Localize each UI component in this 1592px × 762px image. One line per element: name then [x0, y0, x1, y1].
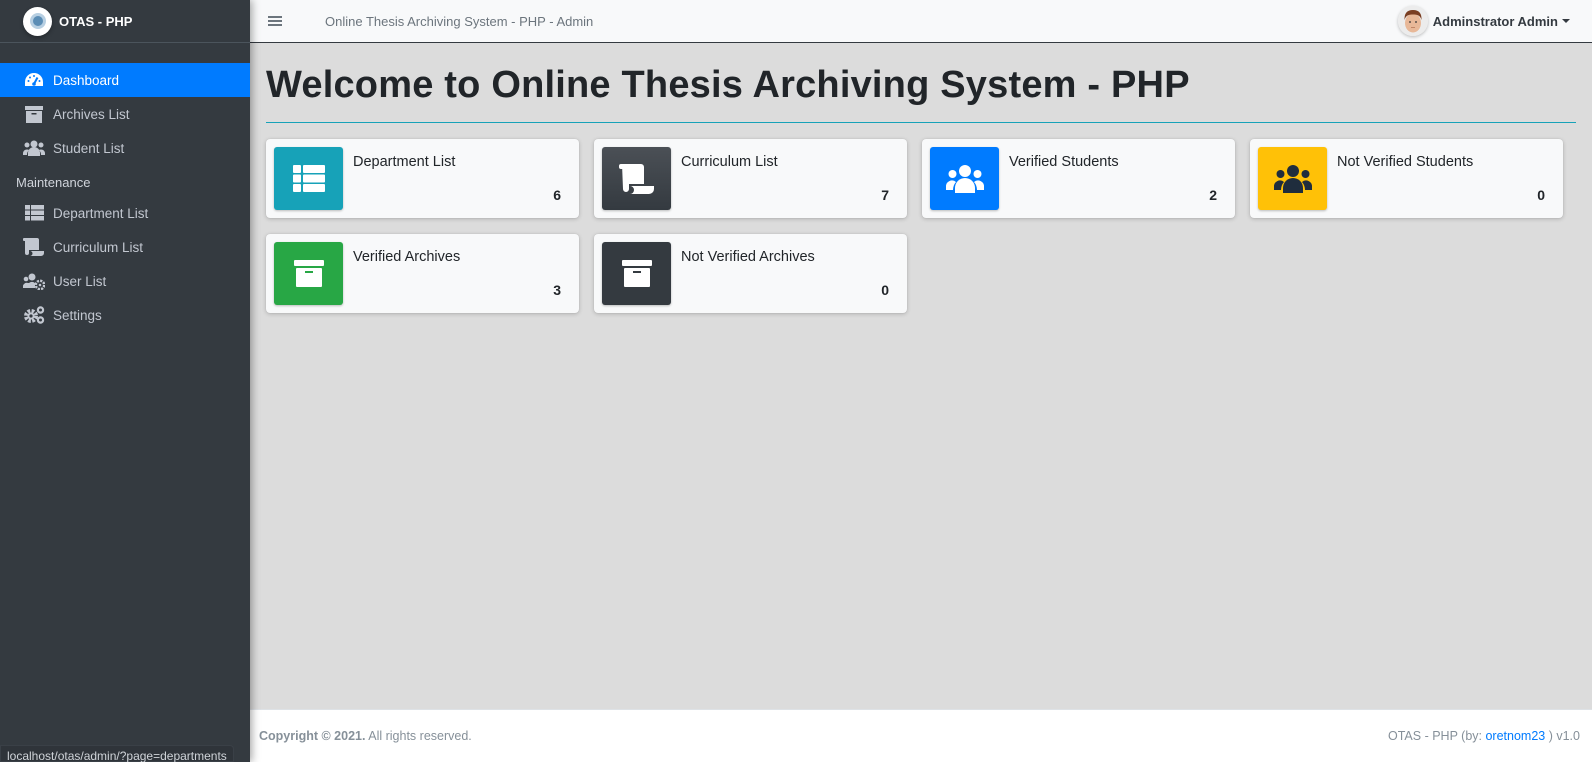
card-verified-students[interactable]: Verified Students 2 — [922, 139, 1235, 218]
archive-icon — [274, 242, 343, 305]
sidebar-item-label: User List — [53, 273, 107, 289]
title-divider — [266, 122, 1576, 123]
archive-icon — [23, 105, 45, 123]
card-value: 7 — [881, 187, 889, 203]
scroll-icon — [23, 238, 45, 256]
top-navbar: Online Thesis Archiving System - PHP - A… — [250, 0, 1592, 43]
card-value: 0 — [1537, 187, 1545, 203]
page-title: Welcome to Online Thesis Archiving Syste… — [266, 64, 1190, 106]
users-icon — [930, 147, 999, 210]
card-value: 2 — [1209, 187, 1217, 203]
card-not-verified-students[interactable]: Not Verified Students 0 — [1250, 139, 1563, 218]
credits-suffix: ) v1.0 — [1545, 729, 1580, 743]
menu-toggle-button[interactable] — [268, 14, 282, 28]
caret-down-icon — [1562, 19, 1570, 23]
sidebar-item-label: Department List — [53, 205, 149, 221]
sidebar-item-user-list[interactable]: User List — [0, 264, 250, 298]
footer-credits: OTAS - PHP (by: oretnom23 ) v1.0 — [1388, 729, 1580, 743]
author-link[interactable]: oretnom23 — [1485, 729, 1545, 743]
sidebar-item-curriculum-list[interactable]: Curriculum List — [0, 230, 250, 264]
archive-icon — [602, 242, 671, 305]
card-value: 0 — [881, 282, 889, 298]
main-content: Welcome to Online Thesis Archiving Syste… — [250, 43, 1592, 709]
sidebar-item-department-list[interactable]: Department List — [0, 196, 250, 230]
navbar-title: Online Thesis Archiving System - PHP - A… — [325, 13, 594, 29]
card-label: Curriculum List — [681, 154, 778, 170]
sidebar-item-label: Student List — [53, 140, 125, 156]
card-value: 3 — [553, 282, 561, 298]
tachometer-icon — [23, 71, 45, 89]
brand-link[interactable]: OTAS - PHP — [0, 0, 250, 43]
card-value: 6 — [553, 187, 561, 203]
browser-status-url: localhost/otas/admin/?page=departments — [0, 745, 234, 762]
card-label: Verified Archives — [353, 249, 461, 265]
card-verified-archives[interactable]: Verified Archives 3 — [266, 234, 579, 313]
sidebar-item-label: Archives List — [53, 106, 130, 122]
sidebar-nav: Dashboard Archives List Student List Mai… — [0, 63, 250, 332]
users-icon — [1258, 147, 1327, 210]
credits-prefix: OTAS - PHP (by: — [1388, 729, 1486, 743]
users-icon — [23, 139, 45, 157]
card-label: Verified Students — [1009, 154, 1119, 170]
sidebar: OTAS - PHP Dashboard Archives List Stude… — [0, 0, 250, 762]
card-not-verified-archives[interactable]: Not Verified Archives 0 — [594, 234, 907, 313]
sidebar-item-settings[interactable]: Settings — [0, 298, 250, 332]
th-list-icon — [274, 147, 343, 210]
card-label: Department List — [353, 154, 456, 170]
sidebar-item-label: Dashboard — [53, 72, 120, 88]
avatar — [1397, 6, 1428, 36]
sidebar-section-header: Maintenance — [16, 175, 91, 190]
sidebar-item-label: Curriculum List — [53, 239, 144, 255]
footer-copyright: Copyright © 2021. All rights reserved. — [259, 729, 472, 743]
sidebar-item-student-list[interactable]: Student List — [0, 131, 250, 165]
brand-name: OTAS - PHP — [59, 13, 133, 29]
user-menu-dropdown[interactable]: Adminstrator Admin — [1397, 6, 1570, 36]
users-cog-icon — [23, 272, 45, 290]
th-list-icon — [23, 204, 45, 222]
sidebar-item-archives-list[interactable]: Archives List — [0, 97, 250, 131]
user-name: Adminstrator Admin — [1432, 13, 1558, 29]
scroll-icon — [602, 147, 671, 210]
cogs-icon — [23, 306, 45, 324]
card-label: Not Verified Archives — [681, 249, 815, 265]
copyright-rest: All rights reserved. — [365, 729, 472, 743]
footer: Copyright © 2021. All rights reserved. O… — [250, 709, 1592, 762]
card-curriculum-list[interactable]: Curriculum List 7 — [594, 139, 907, 218]
sidebar-item-dashboard[interactable]: Dashboard — [0, 63, 250, 97]
card-label: Not Verified Students — [1337, 154, 1474, 170]
dashboard-cards: Department List 6 Curriculum List 7 Veri… — [266, 139, 1576, 313]
app-logo — [23, 6, 52, 36]
card-department-list[interactable]: Department List 6 — [266, 139, 579, 218]
sidebar-item-label: Settings — [53, 307, 102, 323]
copyright-year: Copyright © 2021. — [259, 729, 366, 743]
